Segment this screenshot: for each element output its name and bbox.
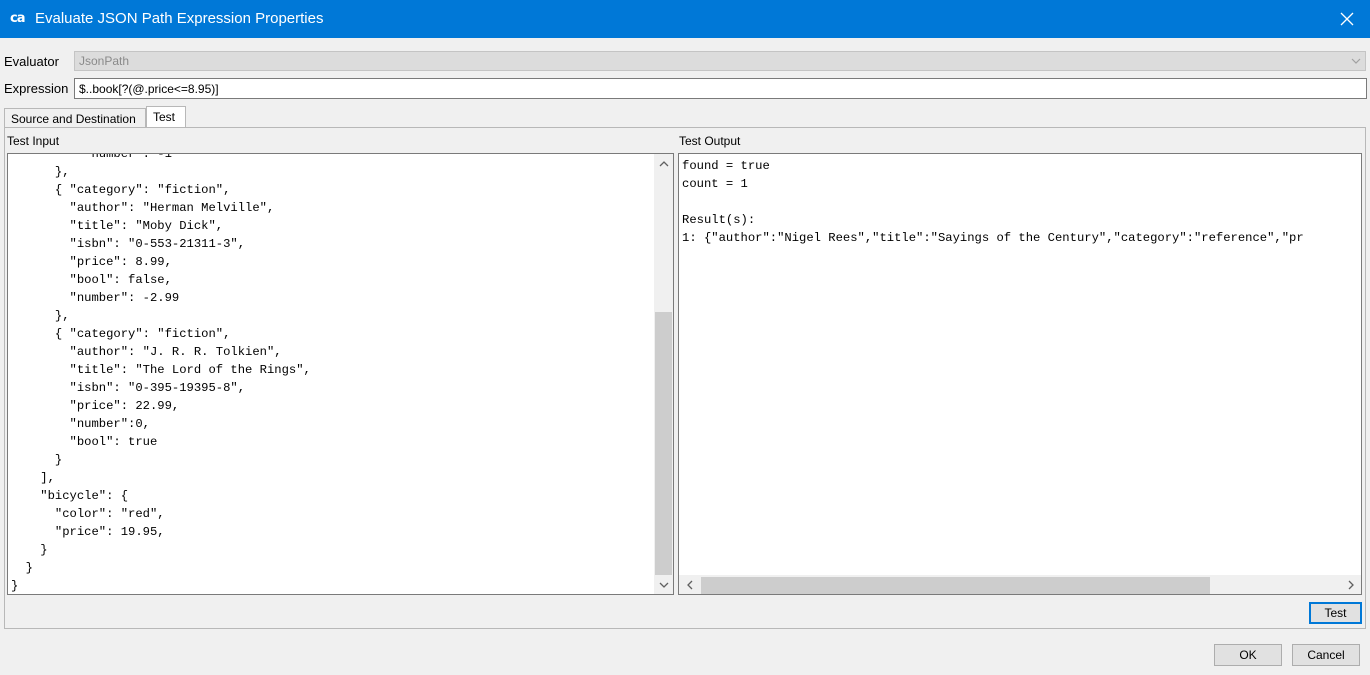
chevron-down-icon [1351, 58, 1361, 64]
test-input-header: Test Input [7, 134, 60, 148]
scroll-left-button[interactable] [680, 576, 699, 593]
chevron-right-icon [1348, 580, 1354, 589]
chevron-left-icon [686, 580, 692, 589]
scrollbar-thumb[interactable] [655, 312, 672, 575]
test-output-pane[interactable]: found = true count = 1 Result(s): 1: {"a… [678, 153, 1362, 595]
expression-input[interactable] [74, 78, 1367, 99]
tab-source-and-destination[interactable]: Source and Destination [4, 108, 146, 128]
test-output-text[interactable]: found = true count = 1 Result(s): 1: {"a… [682, 157, 1304, 247]
test-tab-content: Test Input Test Output "number": -1 }, {… [4, 127, 1366, 629]
chevron-up-icon [659, 160, 668, 166]
test-input-text[interactable]: "number": -1 }, { "category": "fiction",… [11, 154, 311, 594]
close-button[interactable] [1324, 0, 1370, 38]
scroll-right-button[interactable] [1341, 576, 1360, 593]
scrollbar-thumb[interactable] [701, 577, 1210, 594]
evaluator-select[interactable]: JsonPath [74, 51, 1366, 71]
cancel-button[interactable]: Cancel [1292, 644, 1360, 666]
scroll-down-button[interactable] [654, 576, 673, 593]
app-logo-icon: ca [10, 11, 25, 26]
test-output-horizontal-scrollbar[interactable] [679, 575, 1361, 594]
expression-label: Expression [4, 81, 69, 96]
evaluator-value: JsonPath [79, 54, 130, 68]
dialog-window: ca Evaluate JSON Path Expression Propert… [0, 0, 1370, 675]
test-input-pane[interactable]: "number": -1 }, { "category": "fiction",… [7, 153, 674, 595]
scroll-up-button[interactable] [654, 155, 673, 172]
tab-test[interactable]: Test [146, 106, 186, 128]
ok-button[interactable]: OK [1214, 644, 1282, 666]
chevron-down-icon [659, 582, 668, 588]
test-button[interactable]: Test [1309, 602, 1362, 624]
evaluator-label: Evaluator [4, 54, 59, 69]
test-input-vertical-scrollbar[interactable] [654, 154, 673, 594]
title-bar: ca Evaluate JSON Path Expression Propert… [0, 0, 1370, 38]
test-output-header: Test Output [679, 134, 741, 148]
close-icon [1340, 12, 1354, 26]
window-title: Evaluate JSON Path Expression Properties [35, 10, 324, 27]
